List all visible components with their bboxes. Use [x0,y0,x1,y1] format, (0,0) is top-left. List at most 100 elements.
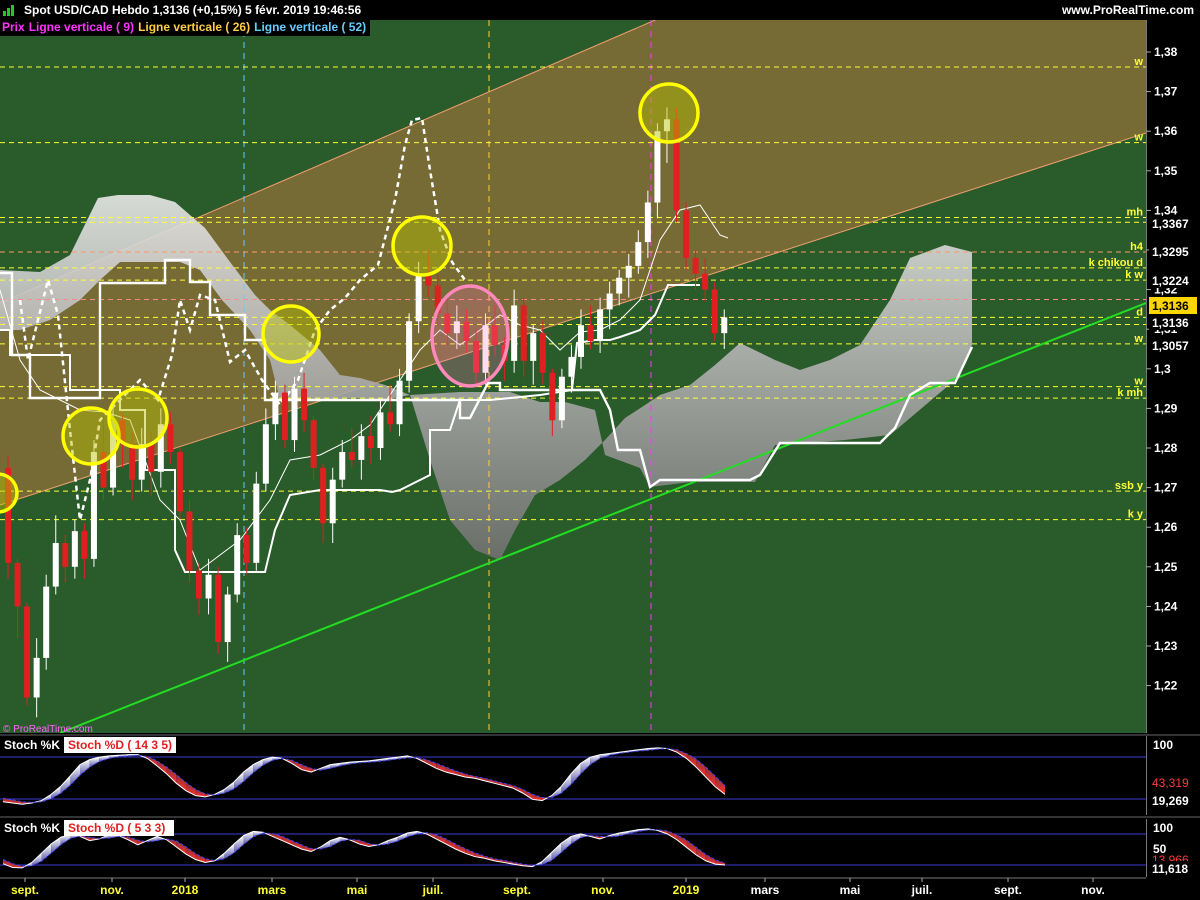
candle-body [568,356,575,377]
highlight-circle-mar [261,304,321,364]
price-marker-label: 1,3057 [1152,339,1189,353]
price-tick-label: 1,25 [1154,560,1178,574]
highlight-circle-aug [430,284,510,388]
candle-body [644,202,651,243]
candle-body [587,325,594,342]
level-label: mh [1127,207,1144,219]
level-label: w [1133,56,1143,68]
candle-body [196,570,202,599]
time-tick-label: nov. [1081,883,1105,897]
candle-body [558,376,565,421]
time-tick-label: mai [840,883,861,897]
time-tick-label: sept. [994,883,1022,897]
candle-body [616,277,623,294]
level-label: d [1136,306,1143,318]
time-tick-label: 2019 [673,883,700,897]
time-tick-label: juil. [422,883,444,897]
candle-body [348,451,355,460]
candle-body [530,333,537,361]
candle-body [539,333,546,373]
candle-body [549,372,556,421]
chart-canvas[interactable]: wwmhh4k chikou dk wdwwk mhssb yk y © Pro… [0,0,1200,900]
candle-body [683,210,690,258]
current-price-label: 1,3136 [1152,299,1189,313]
candle-body [606,293,613,310]
candle-body [511,305,518,361]
stoch1-title: Stoch %K [4,738,60,752]
candle-body [367,436,374,448]
candle-body [24,606,31,698]
candle-body [320,467,327,524]
candle-body [310,420,317,468]
candle-body [33,657,40,698]
candle-body [329,479,336,524]
level-label: k mh [1117,387,1143,399]
candle-body [396,380,403,425]
price-tick-label: 1,34 [1154,203,1178,217]
candle-body [234,535,241,595]
price-marker-label: 1,3224 [1152,274,1189,288]
legend-item-vline-9[interactable]: Ligne verticale ( 9) [27,20,136,34]
candle-body [81,531,88,559]
candle-body [62,543,69,567]
candle-body [721,317,728,334]
candle-body [243,535,250,563]
price-tick-label: 1,36 [1154,124,1178,138]
level-label: w [1133,376,1143,388]
time-tick-label: juil. [911,883,933,897]
watermark: © ProRealTime.com [3,724,93,735]
time-tick-label: nov. [100,883,124,897]
stoch2-tick-100: 100 [1153,821,1173,835]
candle-body [339,451,346,480]
legend-item-prix[interactable]: Prix [0,20,27,34]
candle-body [597,309,604,342]
price-tick-label: 1,29 [1154,401,1178,415]
candle-body [281,392,288,441]
stoch2-current-k: 11,618 [1152,862,1188,876]
stoch1-current-k: 19,269 [1152,794,1189,808]
time-tick-label: mars [258,883,287,897]
stoch1-d-label: Stoch %D ( 14 3 5) [68,738,172,752]
candle-body [702,273,709,290]
candle-body [14,562,21,607]
legend-item-vline-52[interactable]: Ligne verticale ( 52) [252,20,368,34]
level-label: w [1133,333,1143,345]
level-label: h4 [1130,241,1144,253]
candle-body [253,483,260,563]
candle-body [186,511,193,571]
candle-body [377,412,384,448]
level-label: k w [1125,269,1143,281]
candle-body [205,574,212,599]
level-label: k y [1128,509,1144,521]
price-tick-label: 1,22 [1154,679,1178,693]
time-tick-label: 2018 [172,883,199,897]
candle-body [215,574,222,643]
candle-body [291,388,298,441]
price-tick-label: 1,26 [1154,520,1178,534]
stoch1-current-d: 43,319 [1152,776,1189,790]
highlight-circle-dec [107,387,169,449]
legend-item-vline-26[interactable]: Ligne verticale ( 26) [136,20,252,34]
candle-body [129,444,136,480]
candle-body [176,451,183,512]
candle-body [387,412,393,425]
candle-body [358,436,365,460]
candle-body [262,424,269,484]
candle-body [90,451,97,559]
price-tick-label: 1,24 [1154,599,1178,613]
price-tick-label: 1,28 [1154,441,1178,455]
price-tick-label: 1,35 [1154,164,1178,178]
price-tick-label: 1,3 [1154,362,1171,376]
candle-body [711,289,718,334]
candle-body [224,594,231,643]
time-tick-label: sept. [11,883,39,897]
price-tick-label: 1,37 [1154,85,1178,99]
price-marker-label: 1,3136 [1152,316,1189,330]
candle-body [167,424,174,452]
stoch2-d-label: Stoch %D ( 5 3 3) [68,821,165,835]
candle-body [272,392,279,425]
time-tick-label: sept. [503,883,531,897]
price-tick-label: 1,23 [1154,639,1178,653]
candle-body [692,257,699,274]
level-label: ssb y [1115,480,1144,492]
